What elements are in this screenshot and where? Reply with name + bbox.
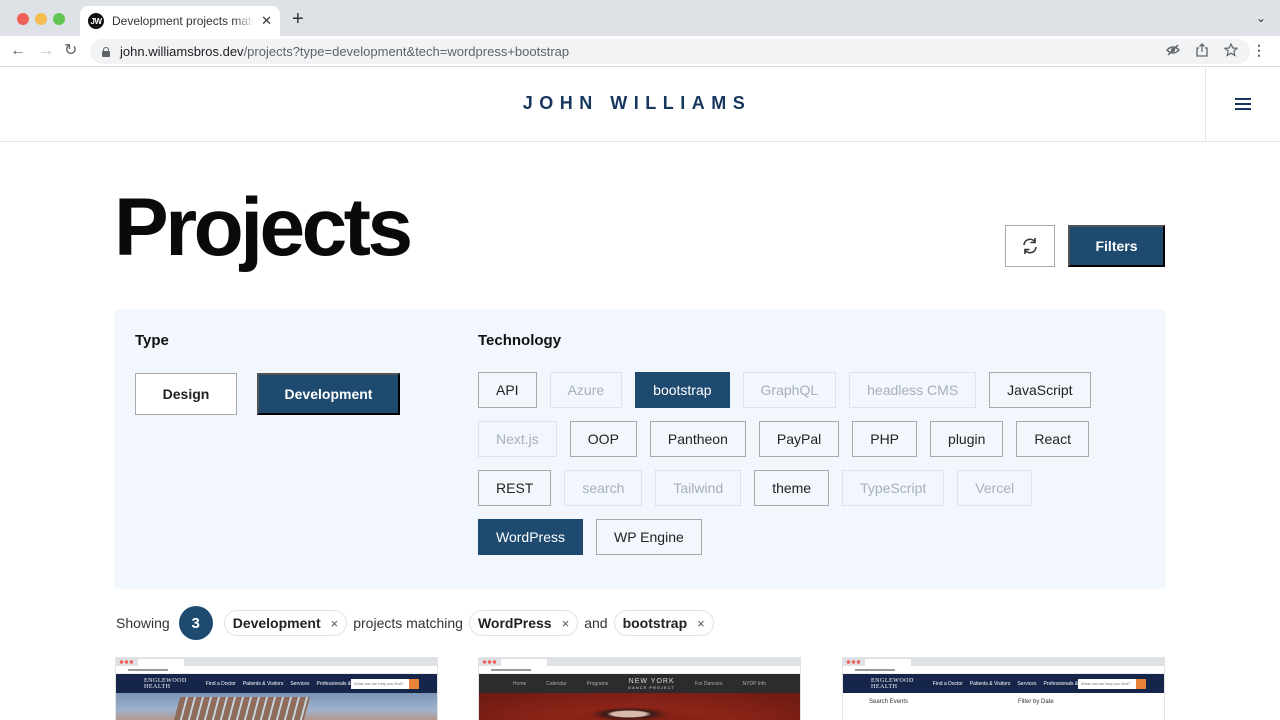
tech-filter-pill-wordpress: WordPress × [468, 610, 579, 636]
lock-icon [102, 46, 110, 57]
thumbnail-browser-bar [843, 658, 1164, 666]
remove-type-filter-icon[interactable]: × [331, 616, 339, 631]
type-heading: Type [135, 332, 169, 349]
tech-chip-headless-cms: headless CMS [849, 372, 977, 408]
type-pill-label: Development [232, 615, 321, 631]
type-design-button[interactable]: Design [135, 373, 237, 415]
tech-chip-graphql: GraphQL [742, 372, 837, 408]
technology-heading: Technology [478, 332, 562, 349]
tech-chip-azure: Azure [549, 372, 623, 408]
thumbnail-nav: ENGLEWOOD HEALTH Find a Doctor Patients &… [116, 674, 437, 693]
tech-chip-oop[interactable]: OOP [569, 421, 637, 457]
eye-off-icon[interactable] [1166, 43, 1180, 60]
thumbnail-content: Search Events Filter by Date [843, 693, 1164, 720]
tech-chip-react[interactable]: React [1016, 421, 1089, 457]
back-button[interactable]: ← [10, 41, 26, 61]
tech-chip-bootstrap[interactable]: bootstrap [635, 372, 730, 408]
tech-chip-php[interactable]: PHP [852, 421, 918, 457]
and-label: and [584, 615, 608, 631]
thumbnail-logo: ENGLEWOOD HEALTH [871, 677, 914, 690]
tech-chip-theme[interactable]: theme [754, 470, 830, 506]
hamburger-icon[interactable] [1235, 98, 1251, 110]
tech-chip-rest[interactable]: REST [478, 470, 552, 506]
maximize-window-button[interactable] [53, 13, 65, 25]
browser-tab-bar: JW Development projects matching WordPre… [0, 0, 1280, 36]
minimize-window-button[interactable] [35, 13, 47, 25]
remove-wordpress-filter-icon[interactable]: × [562, 616, 570, 631]
thumbnail-logo: NEW YORK DANCE PROJECT [628, 677, 676, 690]
tech-chip-tailwind: Tailwind [655, 470, 742, 506]
address-bar[interactable]: john.williamsbros.dev/projects?type=deve… [90, 39, 1250, 64]
thumbnail-hero-image [479, 693, 800, 720]
thumbnail-hero-image [116, 693, 437, 720]
technology-chip-list: API Azure bootstrap GraphQL headless CMS Java… [478, 372, 1118, 555]
tech-pill-label: bootstrap [622, 615, 688, 631]
filters-button[interactable]: Filters [1068, 225, 1165, 267]
tech-chip-search: search [564, 470, 643, 506]
project-card[interactable]: Home Calendar Programs NEW YORK DANCE PRO… [478, 657, 801, 720]
results-summary: Showing 3 Development × projects matching… [115, 606, 719, 640]
tab-title: Development projects matching WordPress … [112, 14, 256, 28]
reload-button[interactable]: ↻ [64, 41, 77, 61]
tech-chip-plugin[interactable]: plugin [930, 421, 1004, 457]
reset-filters-button[interactable] [1005, 225, 1055, 267]
header-divider [1205, 67, 1206, 142]
thumbnail-nav: Home Calendar Programs NEW YORK DANCE PRO… [479, 674, 800, 693]
tech-chip-typescript: TypeScript [842, 470, 945, 506]
browser-menu-icon[interactable]: ⋮ [1252, 42, 1266, 58]
refresh-icon [1023, 238, 1037, 254]
projects-matching-label: projects matching [353, 615, 463, 631]
favicon-icon: JW [88, 13, 104, 29]
tab-search-chevron-icon[interactable]: ⌄ [1256, 11, 1266, 25]
type-development-button[interactable]: Development [257, 373, 400, 415]
close-tab-icon[interactable]: ✕ [261, 13, 272, 29]
tech-chip-vercel: Vercel [957, 470, 1033, 506]
showing-label: Showing [116, 615, 170, 631]
thumbnail-logo: ENGLEWOOD HEALTH [144, 677, 187, 690]
thumbnail-browser-bar [116, 658, 437, 666]
star-icon[interactable] [1223, 42, 1239, 60]
tech-chip-pantheon[interactable]: Pantheon [649, 421, 746, 457]
url-text: john.williamsbros.dev/projects?type=deve… [120, 44, 569, 59]
project-card[interactable]: ENGLEWOOD HEALTH Find a Doctor Patients &… [842, 657, 1165, 720]
tech-chip-wp-engine[interactable]: WP Engine [595, 519, 702, 555]
thumbnail-browser-bar [479, 658, 800, 666]
tech-chip-wordpress[interactable]: WordPress [478, 519, 583, 555]
browser-tab[interactable]: JW Development projects matching WordPre… [80, 6, 280, 36]
tech-chip-paypal[interactable]: PayPal [758, 421, 840, 457]
page-title: Projects [114, 182, 413, 273]
filter-panel: Type Design Development Technology API Az… [114, 309, 1166, 589]
tech-chip-api[interactable]: API [478, 372, 537, 408]
result-count-badge: 3 [178, 606, 213, 640]
remove-bootstrap-filter-icon[interactable]: × [697, 616, 705, 631]
site-logo[interactable]: JOHN WILLIAMS [0, 93, 1274, 114]
thumbnail-nav: ENGLEWOOD HEALTH Find a Doctor Patients &… [843, 674, 1164, 693]
tech-filter-pill-bootstrap: bootstrap × [613, 610, 714, 636]
tech-chip-next-js: Next.js [478, 421, 557, 457]
type-filter-pill: Development × [223, 610, 348, 636]
forward-button[interactable]: → [38, 41, 54, 61]
browser-toolbar: ← → ↻ john.williamsbros.dev/projects?typ… [0, 36, 1280, 67]
site-header: JOHN WILLIAMS [0, 67, 1280, 142]
close-window-button[interactable] [17, 13, 29, 25]
url-host: john.williamsbros.dev [120, 44, 244, 59]
url-path: /projects?type=development&tech=wordpres… [243, 44, 570, 59]
tech-chip-javascript[interactable]: JavaScript [989, 372, 1091, 408]
share-icon[interactable] [1196, 43, 1208, 60]
new-tab-button[interactable]: + [292, 9, 304, 29]
tech-pill-label: WordPress [477, 615, 552, 631]
project-card[interactable]: ENGLEWOOD HEALTH Find a Doctor Patients &… [115, 657, 438, 720]
